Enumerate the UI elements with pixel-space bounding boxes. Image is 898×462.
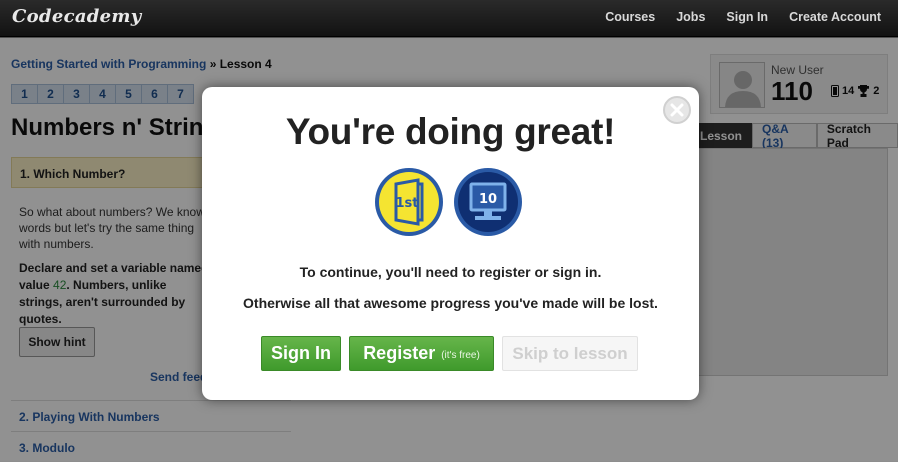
first-exercise-badge-icon: 1st bbox=[375, 168, 443, 236]
badge-2-label: 10 bbox=[479, 192, 497, 207]
badge-1-label: 1st bbox=[396, 196, 419, 211]
skip-to-lesson-button[interactable]: Skip to lesson bbox=[502, 336, 638, 371]
nav-links: Courses Jobs Sign In Create Account bbox=[605, 10, 881, 24]
nav-courses-link[interactable]: Courses bbox=[605, 10, 655, 24]
earned-badges: 1st 10 bbox=[374, 167, 524, 237]
register-button-label: Register bbox=[363, 343, 436, 363]
nav-create-account-link[interactable]: Create Account bbox=[789, 10, 881, 24]
ten-exercises-badge-icon: 10 bbox=[454, 168, 522, 236]
modal-message-register: To continue, you'll need to register or … bbox=[299, 264, 602, 280]
register-button-sublabel: (it's free) bbox=[441, 349, 480, 361]
sign-in-button[interactable]: Sign In bbox=[261, 336, 341, 371]
modal-message-warning: Otherwise all that awesome progress you'… bbox=[243, 295, 658, 311]
codecademy-logo[interactable]: Codecademy bbox=[12, 6, 142, 27]
modal-heading: You're doing great! bbox=[285, 111, 616, 152]
top-navbar: Codecademy Courses Jobs Sign In Create A… bbox=[0, 0, 898, 37]
nav-signin-link[interactable]: Sign In bbox=[726, 10, 768, 24]
register-button[interactable]: Register (it's free) bbox=[349, 336, 494, 371]
nav-jobs-link[interactable]: Jobs bbox=[676, 10, 705, 24]
signup-prompt-modal: You're doing great! 1st 10 To continue, … bbox=[202, 87, 699, 400]
